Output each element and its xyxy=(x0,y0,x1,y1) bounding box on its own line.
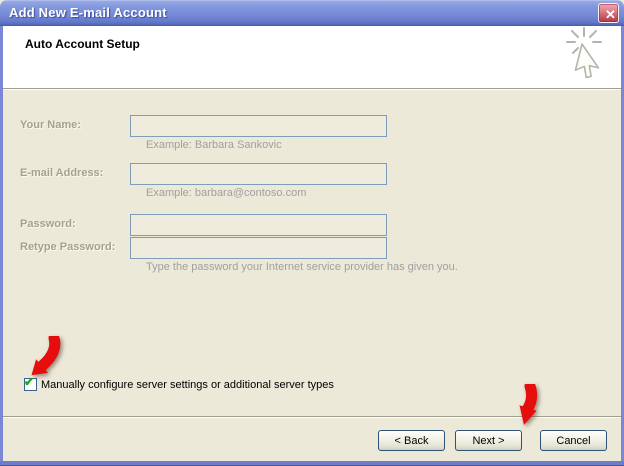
close-icon: ✕ xyxy=(605,7,616,22)
page-title: Auto Account Setup xyxy=(25,37,140,51)
cancel-button[interactable]: Cancel xyxy=(540,430,607,451)
password-label: Password: xyxy=(20,218,76,230)
email-address-input[interactable] xyxy=(130,163,387,185)
titlebar: Add New E-mail Account ✕ xyxy=(0,0,624,26)
add-new-email-account-dialog: Add New E-mail Account ✕ Auto Account Se… xyxy=(0,0,624,466)
checkmark-icon: ✔ xyxy=(24,376,34,389)
your-name-example: Example: Barbara Sankovic xyxy=(146,139,282,151)
wizard-header xyxy=(3,26,621,89)
window-title: Add New E-mail Account xyxy=(9,5,167,20)
manual-configure-checkbox[interactable]: ✔ xyxy=(24,378,37,391)
next-button[interactable]: Next > xyxy=(455,430,522,451)
your-name-input[interactable] xyxy=(130,115,387,137)
close-button[interactable]: ✕ xyxy=(598,3,619,23)
email-address-label: E-mail Address: xyxy=(20,167,103,179)
manual-configure-label[interactable]: Manually configure server settings or ad… xyxy=(41,379,334,391)
password-hint: Type the password your Internet service … xyxy=(146,261,458,273)
button-area-divider xyxy=(3,416,621,417)
window-border-left xyxy=(0,26,3,466)
back-button[interactable]: < Back xyxy=(378,430,445,451)
retype-password-label: Retype Password: xyxy=(20,241,115,253)
annotation-arrow-next xyxy=(506,384,546,430)
password-input[interactable] xyxy=(130,214,387,236)
retype-password-input[interactable] xyxy=(130,237,387,259)
your-name-label: Your Name: xyxy=(20,119,81,131)
click-cursor-starburst-icon xyxy=(563,27,607,85)
window-border-bottom xyxy=(0,461,624,466)
email-address-example: Example: barbara@contoso.com xyxy=(146,187,306,199)
